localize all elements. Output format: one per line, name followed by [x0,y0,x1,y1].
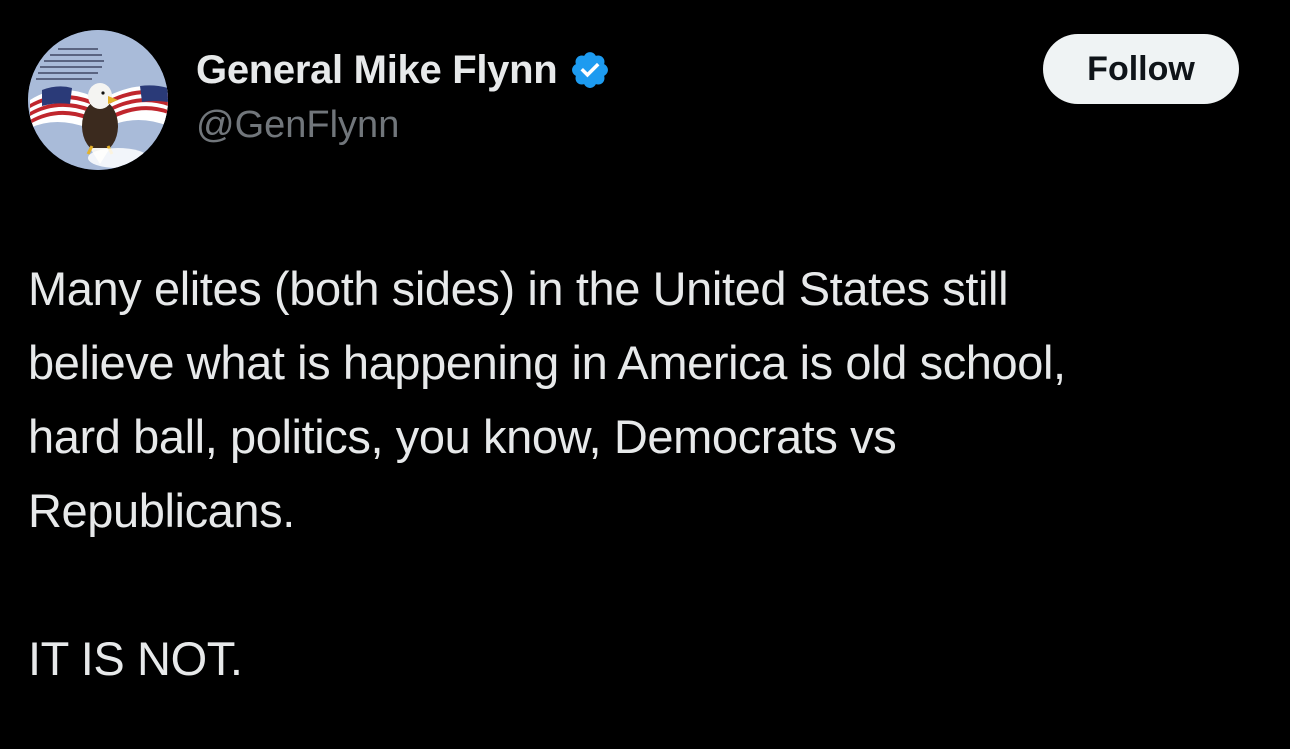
tweet-text-line: hard ball, politics, you know, Democrats… [28,410,897,463]
author-handle[interactable]: @GenFlynn [196,104,611,147]
tweet-text-line: Many elites (both sides) in the United S… [28,262,1009,315]
author-header: General Mike Flynn @GenFlynn [196,44,611,147]
follow-button[interactable]: Follow [1043,34,1239,104]
avatar[interactable] [28,30,168,170]
display-name[interactable]: General Mike Flynn [196,48,558,93]
verified-badge-icon[interactable] [569,49,611,91]
tweet-text-line: believe what is happening in America is … [28,336,1066,389]
tweet-text: Many elites (both sides) in the United S… [28,252,1268,696]
name-row: General Mike Flynn [196,44,611,96]
tweet-closing-line: IT IS NOT. [28,632,243,685]
tweet-card: General Mike Flynn @GenFlynn Follow Many… [0,0,1290,749]
tweet-text-line: Republicans. [28,484,295,537]
eagle-flag-avatar-icon [28,30,168,170]
